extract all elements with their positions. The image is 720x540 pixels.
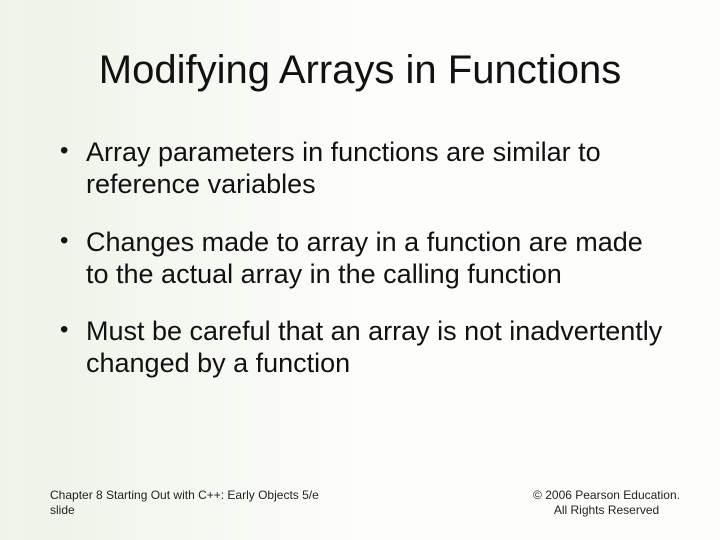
bullet-item: Must be careful that an array is not ina… xyxy=(58,316,670,380)
footer-right: © 2006 Pearson Education. All Rights Res… xyxy=(533,488,680,518)
footer-slide-label: slide xyxy=(50,503,319,518)
slide-footer: Chapter 8 Starting Out with C++: Early O… xyxy=(50,488,680,518)
slide-title: Modifying Arrays in Functions xyxy=(50,48,670,93)
footer-chapter: Chapter 8 Starting Out with C++: Early O… xyxy=(50,488,319,503)
slide: Modifying Arrays in Functions Array para… xyxy=(0,0,720,540)
footer-left: Chapter 8 Starting Out with C++: Early O… xyxy=(50,488,319,518)
bullet-item: Array parameters in functions are simila… xyxy=(58,137,670,201)
footer-rights: All Rights Reserved xyxy=(533,503,680,518)
bullet-list: Array parameters in functions are simila… xyxy=(50,137,670,380)
bullet-item: Changes made to array in a function are … xyxy=(58,227,670,291)
footer-copyright: © 2006 Pearson Education. xyxy=(533,488,680,503)
